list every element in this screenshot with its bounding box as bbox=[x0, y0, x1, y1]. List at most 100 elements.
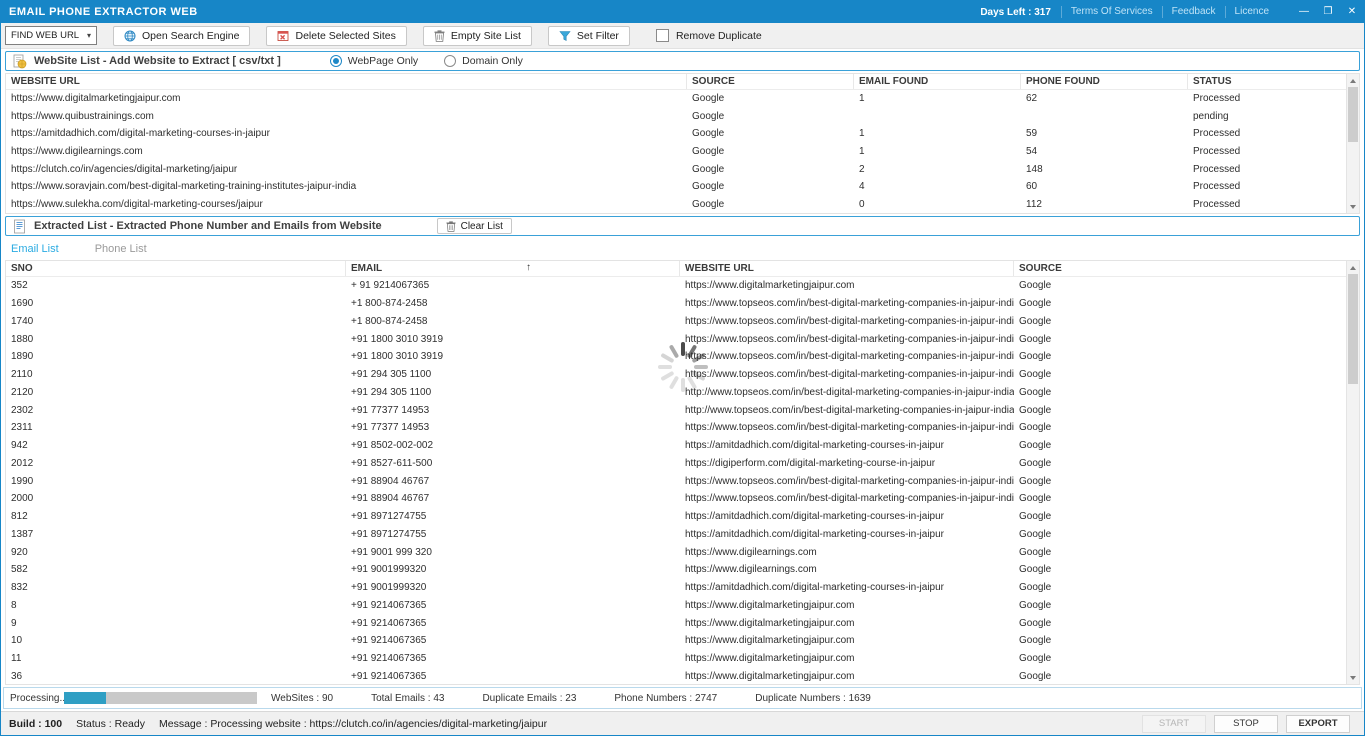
table-cell: Google bbox=[1014, 387, 1346, 398]
scrollbar-track[interactable] bbox=[1347, 87, 1359, 200]
start-button[interactable]: START bbox=[1142, 715, 1206, 733]
table-cell: 832 bbox=[6, 582, 346, 593]
feedback-link[interactable]: Feedback bbox=[1162, 6, 1225, 18]
set-filter-label: Set Filter bbox=[577, 30, 619, 42]
table-row[interactable]: 8+91 9214067365https://www.digitalmarket… bbox=[6, 597, 1346, 615]
table-row[interactable]: 1990+91 88904 46767https://www.topseos.c… bbox=[6, 472, 1346, 490]
table-row[interactable]: https://www.sulekha.com/digital-marketin… bbox=[6, 196, 1346, 214]
table-row[interactable]: https://amitdadhich.com/digital-marketin… bbox=[6, 125, 1346, 143]
table-row[interactable]: https://www.quibustrainings.comGooglepen… bbox=[6, 108, 1346, 126]
table-row[interactable]: https://www.digilearnings.comGoogle154Pr… bbox=[6, 143, 1346, 161]
table-cell: +91 9214067365 bbox=[346, 618, 680, 629]
column-header-sno[interactable]: SNO bbox=[6, 261, 346, 276]
processing-label: Processing... bbox=[10, 693, 64, 704]
filter-icon bbox=[559, 30, 571, 42]
table-cell: 4 bbox=[854, 181, 1021, 192]
progress-row: Processing... WebSites : 90 Total Emails… bbox=[3, 687, 1362, 709]
table-cell: 59 bbox=[1021, 128, 1188, 139]
table-cell: + 91 9214067365 bbox=[346, 280, 680, 291]
table-cell: 1880 bbox=[6, 334, 346, 345]
column-header-email-found[interactable]: EMAIL FOUND bbox=[854, 74, 1021, 89]
table-row[interactable]: https://www.digitalmarketingjaipur.comGo… bbox=[6, 90, 1346, 108]
minimize-icon[interactable]: — bbox=[1292, 1, 1316, 23]
scroll-up-icon[interactable] bbox=[1347, 74, 1359, 87]
stop-button[interactable]: STOP bbox=[1214, 715, 1278, 733]
domain-only-radio[interactable]: Domain Only bbox=[444, 55, 523, 67]
maximize-icon[interactable]: ❐ bbox=[1316, 1, 1340, 23]
table-row[interactable]: 2000+91 88904 46767https://www.topseos.c… bbox=[6, 490, 1346, 508]
build-label: Build : 100 bbox=[9, 718, 62, 730]
column-header-status[interactable]: STATUS bbox=[1188, 74, 1346, 89]
table-row[interactable]: 9+91 9214067365https://www.digitalmarket… bbox=[6, 614, 1346, 632]
table-row[interactable]: 812+91 8971274755https://amitdadhich.com… bbox=[6, 508, 1346, 526]
delete-selected-sites-button[interactable]: Delete Selected Sites bbox=[266, 26, 406, 46]
scroll-down-icon[interactable] bbox=[1347, 200, 1359, 213]
scroll-down-icon[interactable] bbox=[1347, 671, 1359, 684]
table-row[interactable]: https://clutch.co/in/agencies/digital-ma… bbox=[6, 160, 1346, 178]
licence-link[interactable]: Licence bbox=[1225, 6, 1278, 18]
app-title: EMAIL PHONE EXTRACTOR WEB bbox=[9, 6, 198, 18]
table-cell: +91 77377 14953 bbox=[346, 422, 680, 433]
table-row[interactable]: 11+91 9214067365https://www.digitalmarke… bbox=[6, 650, 1346, 668]
column-header-source[interactable]: SOURCE bbox=[687, 74, 854, 89]
table-cell: https://www.topseos.com/in/best-digital-… bbox=[680, 493, 1014, 504]
column-header-phone-found[interactable]: PHONE FOUND bbox=[1021, 74, 1188, 89]
table-cell: https://www.digitalmarketingjaipur.com bbox=[680, 671, 1014, 682]
webpage-only-radio[interactable]: WebPage Only bbox=[330, 55, 418, 67]
table-cell: +1 800-874-2458 bbox=[346, 316, 680, 327]
scrollbar-thumb[interactable] bbox=[1348, 274, 1358, 384]
table-row[interactable]: 36+91 9214067365https://www.digitalmarke… bbox=[6, 668, 1346, 686]
table-row[interactable]: 10+91 9214067365https://www.digitalmarke… bbox=[6, 632, 1346, 650]
table-row[interactable]: 352+ 91 9214067365https://www.digitalmar… bbox=[6, 277, 1346, 295]
table-cell: 54 bbox=[1021, 146, 1188, 157]
close-icon[interactable]: ✕ bbox=[1340, 1, 1364, 23]
table-cell: 0 bbox=[854, 199, 1021, 210]
titlebar-right: Days Left : 317 Terms Of Services Feedba… bbox=[980, 1, 1364, 23]
extracted-list-section-header: Extracted List - Extracted Phone Number … bbox=[5, 216, 1360, 236]
table-cell: +91 1800 3010 3919 bbox=[346, 334, 680, 345]
table-row[interactable]: 1740+1 800-874-2458https://www.topseos.c… bbox=[6, 313, 1346, 331]
radio-unselected-icon[interactable] bbox=[444, 55, 456, 67]
scrollbar-track[interactable] bbox=[1347, 274, 1359, 671]
table-row[interactable]: https://www.soravjain.com/best-digital-m… bbox=[6, 178, 1346, 196]
export-button[interactable]: EXPORT bbox=[1286, 715, 1350, 733]
open-search-engine-button[interactable]: Open Search Engine bbox=[113, 26, 250, 46]
column-header-website-url[interactable]: WEBSITE URL bbox=[6, 74, 687, 89]
sort-ascending-icon[interactable]: ↑ bbox=[526, 262, 531, 273]
terms-of-services-link[interactable]: Terms Of Services bbox=[1061, 6, 1162, 18]
table-cell: Processed bbox=[1188, 146, 1346, 157]
url-source-dropdown[interactable]: FIND WEB URL ▾ bbox=[5, 26, 97, 45]
checkbox-icon[interactable] bbox=[656, 29, 669, 42]
website-table-scrollbar[interactable] bbox=[1346, 74, 1359, 213]
column-header-website-url[interactable]: WEBSITE URL bbox=[680, 261, 1014, 276]
status-label: Status : Ready bbox=[76, 718, 145, 730]
table-row[interactable]: 2302+91 77377 14953http://www.topseos.co… bbox=[6, 401, 1346, 419]
table-row[interactable]: 582+91 9001999320https://www.digilearnin… bbox=[6, 561, 1346, 579]
set-filter-button[interactable]: Set Filter bbox=[548, 26, 630, 46]
radio-selected-icon[interactable] bbox=[330, 55, 342, 67]
clear-list-button[interactable]: Clear List bbox=[437, 218, 512, 234]
tab-email-list[interactable]: Email List bbox=[11, 243, 59, 255]
table-cell: pending bbox=[1188, 111, 1346, 122]
table-row[interactable]: 942+91 8502-002-002https://amitdadhich.c… bbox=[6, 437, 1346, 455]
table-cell: +91 8527-611-500 bbox=[346, 458, 680, 469]
column-header-source[interactable]: SOURCE bbox=[1014, 261, 1346, 276]
window-controls: — ❐ ✕ bbox=[1292, 1, 1364, 23]
table-row[interactable]: 1387+91 8971274755https://amitdadhich.co… bbox=[6, 526, 1346, 544]
table-cell: https://www.topseos.com/in/best-digital-… bbox=[680, 422, 1014, 433]
table-row[interactable]: 2012+91 8527-611-500https://digiperform.… bbox=[6, 455, 1346, 473]
table-row[interactable]: 832+91 9001999320https://amitdadhich.com… bbox=[6, 579, 1346, 597]
remove-duplicate-checkbox[interactable]: Remove Duplicate bbox=[656, 29, 762, 42]
table-row[interactable]: 1690+1 800-874-2458https://www.topseos.c… bbox=[6, 295, 1346, 313]
table-cell: https://amitdadhich.com/digital-marketin… bbox=[680, 440, 1014, 451]
table-row[interactable]: 920+91 9001 999 320https://www.digilearn… bbox=[6, 543, 1346, 561]
scrollbar-thumb[interactable] bbox=[1348, 87, 1358, 142]
empty-site-list-button[interactable]: Empty Site List bbox=[423, 26, 532, 46]
tab-phone-list[interactable]: Phone List bbox=[95, 243, 147, 255]
scroll-up-icon[interactable] bbox=[1347, 261, 1359, 274]
column-header-email[interactable]: EMAIL ↑ bbox=[346, 261, 680, 276]
table-cell: https://www.digitalmarketingjaipur.com bbox=[6, 93, 687, 104]
table-row[interactable]: 2311+91 77377 14953https://www.topseos.c… bbox=[6, 419, 1346, 437]
email-table-scrollbar[interactable] bbox=[1346, 261, 1359, 684]
table-cell: 1387 bbox=[6, 529, 346, 540]
